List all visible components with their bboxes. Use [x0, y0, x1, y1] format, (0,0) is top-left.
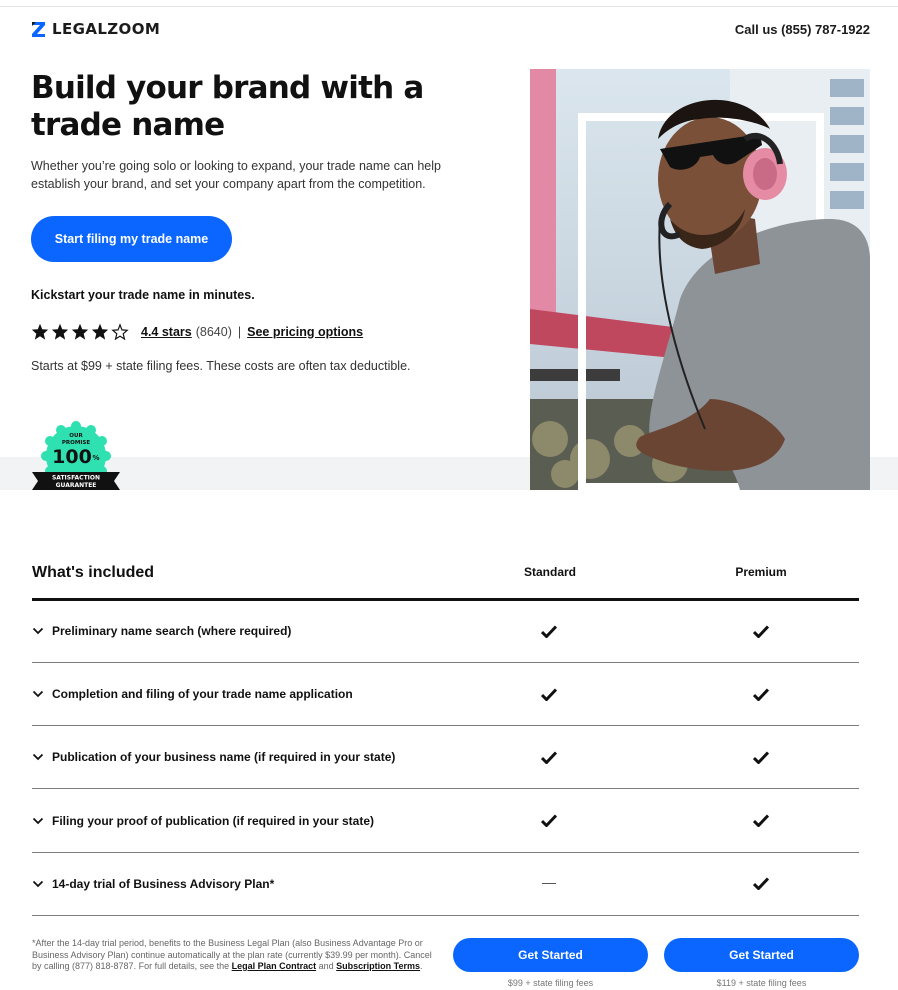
chevron-down-icon	[32, 880, 44, 888]
checkmark-icon	[539, 790, 559, 852]
footnote-and: and	[316, 961, 337, 971]
see-pricing-link[interactable]: See pricing options	[247, 325, 363, 339]
chevron-down-icon	[32, 627, 44, 635]
star-filled-icon	[31, 323, 49, 340]
feature-expand-toggle[interactable]: Completion and filing of your trade name…	[32, 663, 353, 725]
checkmark-icon	[539, 600, 559, 662]
feature-expand-toggle[interactable]: Publication of your business name (if re…	[32, 726, 395, 788]
hero-photo	[530, 69, 870, 490]
star-filled-icon	[71, 323, 89, 340]
top-divider	[0, 6, 898, 7]
badge-line1: OUR	[69, 433, 83, 439]
logo-mark-icon	[32, 21, 45, 37]
hero-photo-illustration	[530, 69, 870, 490]
legalzoom-logo[interactable]: LEGALZOOM	[31, 20, 160, 38]
get-started-standard-button[interactable]: Get Started	[453, 938, 648, 972]
column-header-premium: Premium	[735, 565, 787, 579]
badge-ribbon2: GUARANTEE	[56, 482, 97, 489]
chevron-down-icon	[32, 817, 44, 824]
badge-ribbon1: SATISFACTION	[52, 475, 100, 482]
satisfaction-guarantee-badge-icon: OUR PROMISE 100 % SATISFACTION GUARANTEE	[32, 421, 120, 490]
rating-row: 4.4 stars (8640) | See pricing options	[31, 323, 363, 340]
standard-price-note: $99 + state filing fees	[507, 978, 594, 988]
footnote-end: .	[420, 961, 423, 971]
call-us-phone[interactable]: Call us (855) 787-1922	[735, 22, 870, 37]
checkmark-icon	[751, 790, 771, 852]
column-header-standard: Standard	[523, 565, 576, 579]
kickstart-heading: Kickstart your trade name in minutes.	[31, 288, 255, 302]
star-filled-icon	[51, 323, 69, 340]
premium-price-note: $119 + state filing fees	[716, 978, 807, 988]
get-started-premium-button[interactable]: Get Started	[664, 938, 859, 972]
page-title: Build your brand with a trade name	[31, 70, 424, 143]
table-row: Preliminary name search (where required)	[32, 600, 859, 663]
table-row: Filing your proof of publication (if req…	[32, 790, 859, 853]
legal-plan-contract-link[interactable]: Legal Plan Contract	[232, 961, 317, 971]
dash-icon	[539, 853, 559, 915]
table-row: Completion and filing of your trade name…	[32, 663, 859, 727]
feature-expand-toggle[interactable]: 14-day trial of Business Advisory Plan*	[32, 853, 274, 915]
stars-rating-link[interactable]: 4.4 stars	[141, 325, 192, 339]
checkmark-icon	[539, 726, 559, 788]
checkmark-icon	[751, 853, 771, 915]
feature-label: Preliminary name search (where required)	[52, 624, 292, 638]
checkmark-icon	[751, 600, 771, 662]
chevron-down-icon	[32, 691, 44, 698]
hero-description: Whether you’re going solo or looking to …	[31, 159, 441, 191]
checkmark-icon	[539, 663, 559, 725]
feature-label: Filing your proof of publication (if req…	[52, 813, 374, 828]
star-outline-icon	[111, 323, 129, 340]
star-filled-icon	[91, 323, 109, 340]
badge-100: 100	[52, 446, 92, 468]
feature-expand-toggle[interactable]: Filing your proof of publication (if req…	[32, 790, 374, 852]
checkmark-icon	[751, 663, 771, 725]
whats-included-title: What's included	[32, 564, 155, 581]
feature-label: 14-day trial of Business Advisory Plan*	[52, 876, 275, 891]
table-row: Publication of your business name (if re…	[32, 726, 859, 790]
feature-label: Completion and filing of your trade name…	[52, 687, 353, 702]
price-note: Starts at $99 + state filing fees. These…	[31, 359, 411, 373]
checkmark-icon	[751, 726, 771, 788]
start-filing-button[interactable]: Start filing my trade name	[31, 216, 232, 262]
feature-label: Publication of your business name (if re…	[52, 750, 396, 765]
subscription-terms-link[interactable]: Subscription Terms	[336, 961, 420, 971]
trial-footnote: *After the 14-day trial period, benefits…	[32, 938, 432, 973]
table-row: 14-day trial of Business Advisory Plan*	[32, 853, 859, 916]
review-count: (8640)	[195, 324, 232, 339]
chevron-down-icon	[32, 754, 44, 761]
feature-expand-toggle[interactable]: Preliminary name search (where required)	[32, 600, 291, 662]
star-rating	[31, 323, 129, 340]
logo-text: LEGALZOOM	[52, 20, 161, 38]
rating-separator: |	[237, 324, 242, 339]
badge-percent: %	[92, 454, 99, 462]
